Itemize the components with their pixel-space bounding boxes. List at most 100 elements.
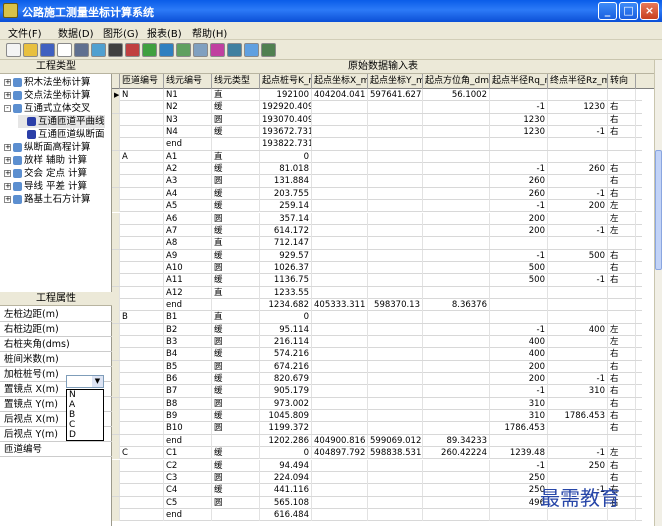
table-cell[interactable]: -1 <box>548 187 608 200</box>
table-cell[interactable] <box>423 360 490 373</box>
table-cell[interactable]: 缓 <box>212 323 260 336</box>
table-cell[interactable] <box>368 373 423 386</box>
table-cell[interactable]: 右 <box>608 101 636 114</box>
table-cell[interactable] <box>120 237 164 250</box>
table-cell[interactable] <box>423 163 490 176</box>
table-cell[interactable]: A8 <box>164 237 212 250</box>
property-row[interactable]: 桩间米数(m) <box>0 352 112 367</box>
table-cell[interactable] <box>312 484 368 497</box>
table-cell[interactable]: 400 <box>490 336 548 348</box>
table-cell[interactable] <box>423 397 490 410</box>
table-cell[interactable] <box>120 496 164 509</box>
table-cell[interactable] <box>120 249 164 262</box>
tree-item[interactable]: 互通匝道平曲线 <box>18 115 105 128</box>
table-cell[interactable] <box>368 113 423 126</box>
table-row[interactable]: N3 圆 193070.409 1230 右 <box>112 113 642 127</box>
table-cell[interactable]: 616.484 <box>260 508 312 521</box>
table-cell[interactable]: 404900.816 <box>312 434 368 447</box>
table-cell[interactable] <box>548 298 608 311</box>
table-cell[interactable] <box>423 101 490 114</box>
open-folder-icon[interactable] <box>23 43 38 57</box>
table-cell[interactable]: A1 <box>164 150 212 163</box>
table-cell[interactable]: 圆 <box>212 471 260 484</box>
table-cell[interactable]: 直 <box>212 311 260 324</box>
table-cell[interactable]: -1 <box>490 101 548 114</box>
table-cell[interactable]: 500 <box>490 261 548 274</box>
new-file-icon[interactable] <box>6 43 21 57</box>
table-cell[interactable]: 203.755 <box>260 187 312 200</box>
table-cell[interactable] <box>120 175 164 188</box>
table-cell[interactable]: 441.116 <box>260 484 312 497</box>
table-cell[interactable]: 905.179 <box>260 385 312 398</box>
table-cell[interactable] <box>312 126 368 139</box>
table-cell[interactable]: 89.34233 <box>423 434 490 447</box>
table-cell[interactable]: 缓 <box>212 163 260 176</box>
table-cell[interactable] <box>312 237 368 250</box>
table-cell[interactable]: -1 <box>490 163 548 176</box>
table-cell[interactable] <box>548 237 608 250</box>
table-cell[interactable]: 缓 <box>212 373 260 386</box>
table-cell[interactable] <box>368 187 423 200</box>
table-cell[interactable] <box>120 360 164 373</box>
table-cell[interactable] <box>368 126 423 139</box>
ramp-number-select[interactable]: ▼ <box>66 375 104 388</box>
table-cell[interactable] <box>120 410 164 423</box>
table-cell[interactable] <box>368 323 423 336</box>
table-cell[interactable]: 缓 <box>212 101 260 114</box>
table-cell[interactable] <box>368 360 423 373</box>
table-cell[interactable] <box>608 237 636 250</box>
table-cell[interactable] <box>312 212 368 225</box>
table-cell[interactable]: 右 <box>608 187 636 200</box>
table-cell[interactable] <box>212 298 260 311</box>
table-cell[interactable] <box>312 249 368 262</box>
mail-icon[interactable] <box>91 43 106 57</box>
table-cell[interactable] <box>490 311 548 324</box>
table-cell[interactable]: 95.114 <box>260 323 312 336</box>
table-cell[interactable]: 右 <box>608 373 636 386</box>
table-cell[interactable] <box>423 212 490 225</box>
table-cell[interactable] <box>490 237 548 250</box>
tree-item[interactable]: + 交点法坐标计算 <box>4 89 91 102</box>
table-cell[interactable] <box>490 434 548 447</box>
table-cell[interactable] <box>120 138 164 151</box>
table-cell[interactable] <box>368 175 423 188</box>
table-cell[interactable] <box>312 459 368 472</box>
menu-item-2[interactable]: 图形(G) <box>103 25 139 40</box>
table-cell[interactable] <box>312 323 368 336</box>
table-cell[interactable] <box>548 212 608 225</box>
table-cell[interactable]: -1 <box>490 200 548 213</box>
property-row[interactable]: 右桩边距(m) <box>0 322 112 337</box>
table-cell[interactable]: 405333.311 <box>312 298 368 311</box>
table-cell[interactable] <box>490 150 548 163</box>
table-cell[interactable]: C <box>120 447 164 460</box>
dropdown-option[interactable]: A <box>67 400 103 410</box>
table-cell[interactable]: A5 <box>164 200 212 213</box>
table-cell[interactable]: N4 <box>164 126 212 139</box>
table-row[interactable]: A9 缓 929.57 -1 500 右 <box>112 249 642 262</box>
column-header[interactable]: 起点半径Rq_m <box>490 74 548 89</box>
table-row[interactable]: B5 圆 674.216 200 右 <box>112 360 642 374</box>
table-cell[interactable] <box>548 348 608 361</box>
table-cell[interactable] <box>312 348 368 361</box>
table-cell[interactable] <box>423 237 490 250</box>
column-header[interactable]: 终点半径Rz_m <box>548 74 608 89</box>
table-cell[interactable]: 574.216 <box>260 348 312 361</box>
table-cell[interactable]: B4 <box>164 348 212 361</box>
eraser-icon[interactable] <box>210 43 225 57</box>
table-cell[interactable] <box>120 397 164 410</box>
table-cell[interactable] <box>423 311 490 324</box>
menu-item-4[interactable]: 帮助(H) <box>192 25 227 40</box>
table-cell[interactable] <box>608 311 636 324</box>
table-cell[interactable]: N <box>120 89 164 101</box>
tree-item[interactable]: + 导线 平差 计算 <box>4 180 87 193</box>
table-cell[interactable]: 缓 <box>212 249 260 262</box>
table-cell[interactable]: 缓 <box>212 348 260 361</box>
table-row[interactable]: A12 直 1233.55 <box>112 286 642 299</box>
table-cell[interactable]: 1045.809 <box>260 410 312 423</box>
menu-item-3[interactable]: 报表(B) <box>147 25 182 40</box>
table-cell[interactable]: 右 <box>608 397 636 410</box>
table-cell[interactable]: 圆 <box>212 113 260 126</box>
table-cell[interactable]: 直 <box>212 286 260 299</box>
table-cell[interactable] <box>608 138 636 151</box>
table-cell[interactable] <box>368 422 423 435</box>
